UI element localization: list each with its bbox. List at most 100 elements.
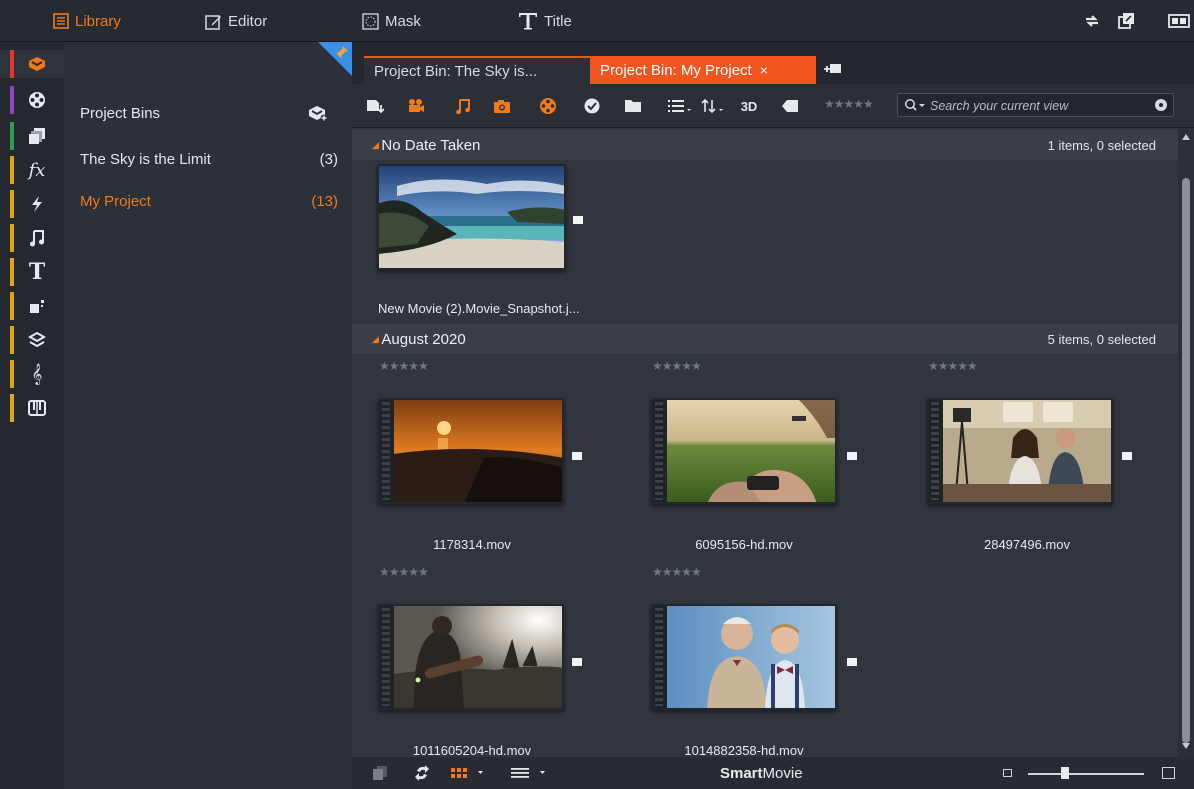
bin-item-sky-is-the-limit[interactable]: The Sky is the Limit (3)	[80, 151, 338, 173]
group-title: August 2020	[372, 331, 465, 348]
mask-icon	[362, 12, 379, 30]
rating-stars[interactable]: ★★★★★	[928, 359, 978, 373]
media-item-1011605204[interactable]	[378, 604, 564, 710]
media-content-area: No Date Taken 1 items, 0 selected New Mo…	[352, 128, 1178, 757]
project-bins-heading: Project Bins	[80, 105, 161, 122]
bin-item-my-project[interactable]: My Project (13)	[80, 193, 338, 215]
refresh-icon[interactable]	[414, 765, 430, 781]
editor-tab[interactable]: Editor	[205, 11, 267, 31]
media-item-snapshot[interactable]	[377, 164, 566, 270]
zoom-out-icon[interactable]	[1003, 769, 1012, 777]
bin-label: The Sky is the Limit	[80, 151, 211, 168]
bin-count: (13)	[311, 193, 338, 210]
project-filter-icon[interactable]	[539, 97, 557, 115]
zoom-slider-handle[interactable]	[1061, 767, 1070, 779]
group-title: No Date Taken	[372, 137, 480, 154]
scroll-down-icon[interactable]	[1182, 743, 1190, 749]
rail-scorefitter[interactable]: 𝄞	[0, 360, 64, 388]
scroll-up-icon[interactable]	[1182, 134, 1190, 140]
smartmovie-rest: Movie	[762, 765, 803, 782]
music-filter-icon[interactable]	[454, 97, 472, 115]
copy-icon[interactable]	[372, 765, 388, 781]
media-item-28497496[interactable]	[927, 398, 1113, 505]
box-icon	[27, 54, 47, 74]
folder-badge-icon	[573, 216, 583, 224]
scrollbar-thumb[interactable]	[1182, 178, 1190, 743]
folder-icon[interactable]	[624, 97, 642, 115]
group-header-no-date[interactable]: No Date Taken 1 items, 0 selected	[352, 130, 1178, 160]
smartmovie-button[interactable]: SmartMovie	[720, 765, 803, 782]
rail-collections[interactable]	[0, 122, 64, 150]
close-icon[interactable]: ×	[760, 62, 768, 78]
layers-icon	[27, 330, 47, 350]
content-scrollbar[interactable]	[1178, 128, 1194, 757]
bin-tab-strip: Project Bin: The Sky is... Project Bin: …	[352, 42, 1194, 84]
export-window-icon[interactable]	[1117, 12, 1135, 30]
title-t-icon: T	[28, 259, 46, 285]
library-tab[interactable]: Library	[53, 11, 121, 31]
rail-overlays[interactable]	[0, 326, 64, 354]
grid-view-dropdown-icon[interactable]	[451, 765, 487, 781]
folder-badge-icon	[572, 452, 582, 460]
media-item-1178314[interactable]	[378, 398, 564, 504]
rail-montage[interactable]	[0, 292, 64, 320]
mask-tab[interactable]: Mask	[362, 11, 421, 31]
tab-my-project[interactable]: Project Bin: My Project ×	[590, 56, 816, 84]
search-box[interactable]	[897, 93, 1174, 117]
folder-badge-icon	[1122, 452, 1132, 460]
title-icon	[519, 13, 537, 30]
list-view-dropdown-icon[interactable]	[668, 97, 692, 115]
piano-icon	[27, 398, 47, 418]
rating-filter[interactable]: ★★★★★	[824, 97, 874, 111]
edit-icon	[205, 14, 221, 30]
media-item-6095156[interactable]	[651, 398, 837, 504]
sort-icon[interactable]	[701, 97, 725, 115]
library-category-rail: fx T 𝄞	[0, 42, 64, 789]
photo-filter-icon[interactable]	[493, 97, 511, 115]
tag-icon[interactable]	[781, 97, 799, 115]
project-bins-panel: Project Bins The Sky is the Limit (3) My…	[64, 42, 352, 789]
media-item-1014882358[interactable]	[651, 604, 837, 710]
folder-badge-icon	[847, 658, 857, 666]
rating-stars[interactable]: ★★★★★	[379, 565, 429, 579]
rail-effects[interactable]: fx	[0, 156, 64, 184]
top-menu-bar: Library Editor Mask Title	[0, 0, 1194, 42]
title-tab[interactable]: Title	[518, 11, 572, 31]
import-icon[interactable]	[366, 97, 384, 115]
group-count: 5 items, 0 selected	[1047, 331, 1156, 347]
tab-label: Project Bin: My Project	[600, 61, 752, 79]
rail-audio[interactable]	[0, 224, 64, 252]
zoom-slider[interactable]	[1028, 773, 1144, 775]
stack-icon	[27, 126, 47, 146]
media-item-name: 1178314.mov	[433, 537, 511, 552]
smartmovie-bold: Smart	[720, 765, 763, 782]
music-note-icon	[27, 228, 47, 248]
details-view-dropdown-icon[interactable]	[511, 765, 549, 781]
swap-icon[interactable]	[1083, 12, 1101, 30]
rail-media[interactable]	[0, 86, 64, 114]
bin-count: (3)	[319, 151, 338, 168]
zoom-in-icon[interactable]	[1162, 767, 1175, 779]
rating-stars[interactable]: ★★★★★	[379, 359, 429, 373]
group-header-august-2020[interactable]: August 2020 5 items, 0 selected	[352, 324, 1178, 354]
search-input[interactable]	[930, 97, 1140, 114]
3d-view-button[interactable]: 3D	[737, 97, 761, 115]
folder-badge-icon	[847, 452, 857, 460]
rail-titles[interactable]: T	[0, 258, 64, 286]
rating-stars[interactable]: ★★★★★	[652, 359, 702, 373]
video-filter-icon[interactable]	[407, 97, 425, 115]
clear-search-icon[interactable]	[1155, 99, 1167, 111]
checkmark-icon[interactable]	[583, 97, 601, 115]
tab-sky-is-the-limit[interactable]: Project Bin: The Sky is...	[364, 56, 590, 84]
pin-icon[interactable]	[335, 45, 349, 59]
new-tab-icon[interactable]	[824, 62, 842, 76]
add-bin-icon[interactable]	[308, 104, 328, 122]
rail-project-bins[interactable]	[0, 50, 64, 78]
rail-transitions[interactable]	[0, 190, 64, 218]
fx-icon: fx	[28, 159, 46, 181]
film-reel-icon	[27, 90, 47, 110]
rating-stars[interactable]: ★★★★★	[652, 565, 702, 579]
editor-label: Editor	[228, 12, 268, 30]
rail-sound-effects[interactable]	[0, 394, 64, 422]
layout-icon[interactable]	[1168, 12, 1190, 30]
